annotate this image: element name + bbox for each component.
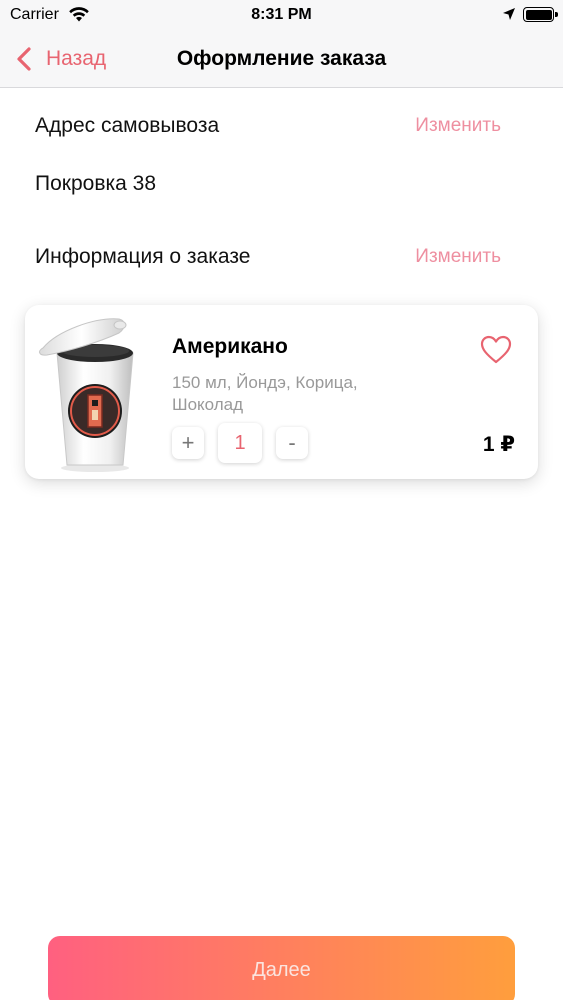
navigation-bar: Назад Оформление заказа [0, 30, 563, 88]
change-order-link[interactable]: Изменить [415, 246, 501, 268]
status-bar: Carrier 8:31 PM [0, 0, 563, 30]
order-info-label: Информация о заказе [35, 245, 251, 268]
pickup-address-header: Адрес самовывоза Изменить [35, 114, 501, 138]
increase-quantity-button[interactable]: + [172, 427, 204, 459]
product-name: Американо [172, 335, 288, 358]
heart-icon[interactable] [480, 335, 512, 365]
next-button[interactable]: Далее [48, 936, 515, 1000]
location-arrow-icon [503, 8, 515, 20]
pickup-address-label: Адрес самовывоза [35, 114, 220, 137]
item-price: 1 ₽ [482, 433, 515, 456]
quantity-value: 1 [218, 423, 262, 463]
pickup-address-value: Покровка 38 [35, 172, 156, 195]
clock: 8:31 PM [251, 6, 312, 23]
page-title: Оформление заказа [176, 47, 387, 70]
next-button-label: Далее [252, 959, 311, 981]
order-item-card: Американо 150 мл, Йондэ, Корица, Шоколад… [25, 305, 538, 479]
order-info-header: Информация о заказе Изменить [35, 245, 501, 269]
product-options: 150 мл, Йондэ, Корица, Шоколад [172, 373, 358, 414]
change-address-link[interactable]: Изменить [415, 115, 501, 137]
coffee-cup-image [39, 318, 134, 472]
battery-icon [523, 7, 558, 22]
decrease-quantity-button[interactable]: - [276, 427, 308, 459]
